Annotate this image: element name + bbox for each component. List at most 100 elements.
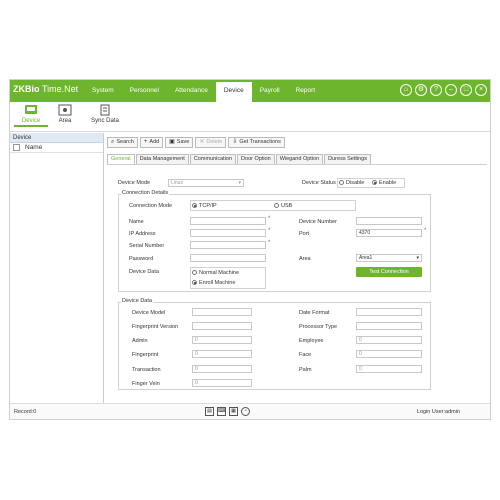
- normal-machine-label: Normal Machine: [199, 270, 240, 276]
- area-value: Area1: [359, 255, 373, 261]
- id-card-icon[interactable]: ▤: [205, 407, 214, 416]
- main-menu: System Personnel Attendance Device Payro…: [84, 80, 323, 102]
- admin-label: Admin: [132, 338, 148, 344]
- conn-tcpip-radio[interactable]: TCP/IP: [192, 203, 217, 209]
- device-data-title: Device Data: [121, 298, 153, 304]
- gear-icon[interactable]: ⚙: [415, 84, 427, 96]
- serial-number-label: Serial Number: [129, 243, 165, 249]
- device-status-label: Device Status: [302, 180, 336, 186]
- calendar-icon[interactable]: ▦: [229, 407, 238, 416]
- status-icons: ▤ ⌨ ▦ ◔: [205, 407, 250, 416]
- get-transactions-button[interactable]: ⇩ Get Transactions: [228, 137, 285, 148]
- required-marker: *: [268, 228, 271, 234]
- app-window: ZKBio Time.Net System Personnel Attendan…: [9, 79, 491, 420]
- status-enable-label: Enable: [379, 180, 397, 186]
- device-list-panel: Device Name: [10, 133, 104, 405]
- required-marker: *: [268, 216, 271, 222]
- menu-personnel[interactable]: Personnel: [122, 80, 167, 102]
- device-mode-select[interactable]: Linux ▾: [168, 179, 244, 187]
- status-disable-label: Disable: [346, 180, 365, 186]
- area-select[interactable]: Area1 ▾: [356, 254, 422, 262]
- save-button[interactable]: ▣ Save: [165, 137, 194, 148]
- test-connection-button[interactable]: Test Connection: [356, 267, 422, 277]
- menu-report[interactable]: Report: [288, 80, 324, 102]
- select-all-checkbox[interactable]: [13, 144, 20, 151]
- employee-label: Employee: [299, 338, 324, 344]
- serial-number-field[interactable]: [190, 241, 266, 249]
- app-logo: ZKBio Time.Net: [13, 84, 78, 94]
- connection-details-title: Connection Details: [121, 190, 170, 196]
- device-model-label: Device Model: [132, 310, 166, 316]
- connection-mode-label: Connection Mode: [129, 203, 173, 209]
- pie-chart-icon[interactable]: ◔: [241, 407, 250, 416]
- face-label: Face: [299, 352, 312, 358]
- face-field: 0: [356, 350, 422, 358]
- help-icon[interactable]: ?: [430, 84, 442, 96]
- add-label: Add: [149, 139, 160, 145]
- subtool-sync-data[interactable]: Sync Data: [88, 104, 122, 124]
- finger-vein-field: 0: [192, 379, 252, 387]
- date-format-label: Date Format: [299, 310, 330, 316]
- plus-icon: +: [143, 139, 148, 145]
- device-model-field: [192, 308, 252, 316]
- finger-vein-label: Finger Vein: [132, 381, 160, 387]
- delete-button[interactable]: ✕ Delete: [195, 137, 227, 148]
- close-icon[interactable]: ×: [475, 84, 487, 96]
- password-field[interactable]: [190, 254, 266, 262]
- subtool-area[interactable]: Area: [48, 104, 82, 124]
- area-icon: [58, 104, 72, 116]
- search-label: Search: [116, 139, 134, 145]
- password-label: Password: [129, 256, 154, 262]
- subtool-device[interactable]: Device: [14, 104, 48, 127]
- search-button[interactable]: ⌕ Search: [107, 137, 138, 148]
- enroll-machine-label: Enroll Machine: [199, 280, 236, 286]
- transaction-field: 0: [192, 365, 252, 373]
- radio-icon: [192, 270, 197, 276]
- top-menu-bar: ZKBio Time.Net System Personnel Attendan…: [10, 80, 490, 102]
- device-list-column-row: Name: [10, 143, 103, 153]
- required-marker: *: [424, 228, 427, 234]
- action-toolbar: ⌕ Search + Add ▣ Save ✕ Delete ⇩ Get Transact…: [107, 137, 285, 148]
- menu-payroll[interactable]: Payroll: [252, 80, 288, 102]
- save-icon: ▣: [169, 139, 175, 145]
- transaction-label: Transaction: [132, 367, 161, 373]
- processor-type-field: [356, 322, 422, 330]
- logo-text-secondary: Time.Net: [42, 84, 79, 94]
- menu-attendance[interactable]: Attendance: [167, 80, 216, 102]
- sync-icon: [100, 104, 110, 116]
- status-disable-radio[interactable]: Disable: [339, 180, 364, 186]
- menu-system[interactable]: System: [84, 80, 122, 102]
- trash-icon: ✕: [199, 139, 205, 145]
- device-mode-label: Device Mode: [118, 180, 151, 186]
- subtool-sync-label: Sync Data: [91, 118, 119, 124]
- keyboard-icon[interactable]: ⌨: [217, 407, 226, 416]
- conn-tcpip-label: TCP/IP: [199, 203, 217, 209]
- ip-address-label: IP Address: [129, 231, 156, 237]
- save-label: Save: [176, 139, 190, 145]
- chevron-down-icon: ▾: [416, 255, 419, 261]
- chevron-down-icon: ▾: [238, 180, 241, 186]
- device-number-field[interactable]: [356, 217, 422, 225]
- conn-usb-radio[interactable]: USB: [274, 203, 292, 209]
- radio-icon: [339, 180, 344, 186]
- name-column-header[interactable]: Name: [25, 143, 42, 153]
- home-icon[interactable]: ⌂: [400, 84, 412, 96]
- conn-usb-label: USB: [281, 203, 293, 209]
- radio-selected-icon: [372, 180, 377, 186]
- add-button[interactable]: + Add: [139, 137, 164, 148]
- port-field[interactable]: 4370: [356, 229, 422, 237]
- name-field[interactable]: [190, 217, 266, 225]
- subtool-device-label: Device: [21, 118, 41, 124]
- normal-machine-radio[interactable]: Normal Machine: [192, 270, 239, 276]
- menu-device[interactable]: Device: [215, 82, 252, 102]
- minimize-icon[interactable]: –: [445, 84, 457, 96]
- window-controls: ⌂ ⚙ ? – □ ×: [400, 84, 487, 96]
- device-number-label: Device Number: [299, 219, 337, 225]
- enroll-machine-radio[interactable]: Enroll Machine: [192, 280, 235, 286]
- status-enable-radio[interactable]: Enable: [372, 180, 396, 186]
- ip-address-field[interactable]: [190, 229, 266, 237]
- delete-label: Delete: [206, 139, 223, 145]
- maximize-icon[interactable]: □: [460, 84, 472, 96]
- required-marker: *: [268, 240, 271, 246]
- palm-label: Palm: [299, 367, 312, 373]
